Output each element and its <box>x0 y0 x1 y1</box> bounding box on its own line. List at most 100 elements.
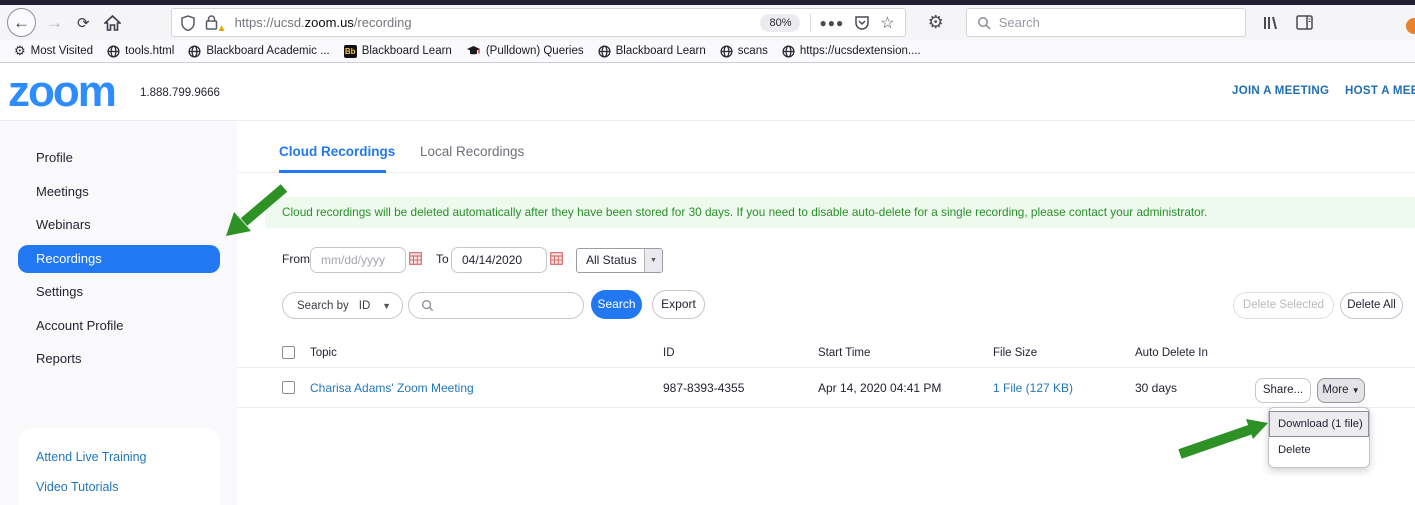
sidebar-nav: Profile Meetings Webinars Recordings Set… <box>0 121 237 376</box>
globe-icon <box>107 45 120 58</box>
search-icon <box>421 299 434 312</box>
gradcap-icon <box>466 45 481 57</box>
host-a-meeting-link[interactable]: HOST A MEETING <box>1345 85 1415 97</box>
recording-id: 987-8393-4355 <box>663 368 744 408</box>
bookmark-blackboard-learn-2[interactable]: Blackboard Learn <box>598 45 706 58</box>
sidebar-item-recordings[interactable]: Recordings <box>18 245 220 273</box>
recording-file-link[interactable]: 1 File (127 KB) <box>993 368 1073 408</box>
bookmark-label: Blackboard Academic ... <box>206 45 329 57</box>
sidebar-item-webinars[interactable]: Webinars <box>0 208 237 242</box>
sidebar-item-settings[interactable]: Settings <box>0 275 237 309</box>
search-input[interactable] <box>408 292 584 319</box>
browser-search-bar[interactable]: Search <box>966 8 1246 37</box>
sidebar-item-profile[interactable]: Profile <box>0 141 237 175</box>
recording-auto-delete: 30 days <box>1135 368 1177 408</box>
bookmark-star-icon[interactable]: ☆ <box>880 13 894 33</box>
bookmark-pulldown-queries[interactable]: (Pulldown) Queries <box>466 45 584 57</box>
zoom-logo[interactable]: zoom <box>8 67 115 117</box>
attend-live-training-link[interactable]: Attend Live Training <box>36 450 220 464</box>
table-row: Charisa Adams' Zoom Meeting 987-8393-435… <box>237 368 1415 408</box>
address-text[interactable]: https://ucsd.zoom.us/recording <box>235 15 761 30</box>
bookmark-ucsdextension[interactable]: https://ucsdextension.... <box>782 45 921 58</box>
url-prefix: https://ucsd. <box>235 15 305 30</box>
caret-down-icon: ▼ <box>1352 386 1360 395</box>
home-icon[interactable] <box>104 15 121 31</box>
search-by-dropdown[interactable]: Search by ID ▼ <box>282 292 403 319</box>
tab-local-recordings[interactable]: Local Recordings <box>420 144 524 159</box>
globe-icon <box>188 45 201 58</box>
warning-icon: ▲ <box>217 23 227 34</box>
gear-icon: ⚙ <box>14 43 26 59</box>
search-by-value: ID <box>359 300 371 312</box>
back-button[interactable]: ← <box>7 8 36 37</box>
sidebar-item-account-profile[interactable]: Account Profile <box>0 309 237 343</box>
forward-icon[interactable]: → <box>46 13 63 33</box>
recording-topic-link[interactable]: Charisa Adams' Zoom Meeting <box>310 368 474 408</box>
browser-toolbar: ← → ⟳ ▲ https://ucsd.zoom.us/recording 8… <box>0 5 1415 40</box>
bookmark-label: https://ucsdextension.... <box>800 45 921 57</box>
annotation-arrow-download <box>1176 412 1270 460</box>
delete-all-button[interactable]: Delete All <box>1340 292 1403 319</box>
status-select[interactable]: All Status ▼ <box>576 248 663 273</box>
url-bar[interactable]: ▲ https://ucsd.zoom.us/recording 80% ●●●… <box>171 8 906 37</box>
col-topic: Topic <box>310 338 337 368</box>
divider <box>810 14 811 32</box>
select-all-checkbox[interactable] <box>282 346 295 359</box>
more-label: More <box>1322 384 1348 396</box>
annotation-arrow-recordings <box>220 182 290 242</box>
extension-gear-icon[interactable]: ⚙ <box>928 12 944 33</box>
search-icon <box>977 16 991 30</box>
more-button[interactable]: More ▼ <box>1317 378 1365 403</box>
tab-cloud-recordings[interactable]: Cloud Recordings <box>279 144 395 159</box>
chevron-down-icon: ▼ <box>644 249 662 272</box>
to-date-input[interactable]: 04/14/2020 <box>451 247 547 273</box>
sidebar-item-reports[interactable]: Reports <box>0 342 237 376</box>
page-actions-icon[interactable]: ●●● <box>819 16 844 30</box>
phone-number: 1.888.799.9666 <box>140 87 220 99</box>
zoom-header: zoom 1.888.799.9666 JOIN A MEETING HOST … <box>0 63 1415 121</box>
library-icon[interactable] <box>1262 15 1280 31</box>
bookmark-blackboard-academic[interactable]: Blackboard Academic ... <box>188 45 329 58</box>
calendar-icon[interactable] <box>409 252 422 265</box>
recording-start-time: Apr 14, 2020 04:41 PM <box>818 368 941 408</box>
delete-selected-button[interactable]: Delete Selected <box>1233 292 1334 319</box>
row-checkbox[interactable] <box>282 381 295 394</box>
shield-icon[interactable] <box>181 15 195 31</box>
sidebar-item-meetings[interactable]: Meetings <box>0 175 237 209</box>
pocket-icon[interactable] <box>854 15 870 31</box>
bookmark-label: (Pulldown) Queries <box>486 45 584 57</box>
join-a-meeting-link[interactable]: JOIN A MEETING <box>1232 85 1329 97</box>
cutoff-addon-icon[interactable] <box>1406 18 1415 34</box>
bookmark-scans[interactable]: scans <box>720 45 768 58</box>
bookmark-most-visited[interactable]: ⚙ Most Visited <box>14 43 93 59</box>
bookmark-tools[interactable]: tools.html <box>107 45 174 58</box>
caret-down-icon: ▼ <box>382 301 391 311</box>
globe-icon <box>598 45 611 58</box>
reload-icon[interactable]: ⟳ <box>77 14 90 32</box>
search-button[interactable]: Search <box>591 290 642 319</box>
share-button[interactable]: Share... <box>1255 378 1311 403</box>
globe-icon <box>720 45 733 58</box>
sidebars-icon[interactable] <box>1296 15 1313 30</box>
bookmark-label: scans <box>738 45 768 57</box>
calendar-icon[interactable] <box>550 252 563 265</box>
url-path: /recording <box>354 15 412 30</box>
more-dropdown-menu: Download (1 file) Delete <box>1268 407 1370 468</box>
url-domain: zoom.us <box>305 15 354 30</box>
bookmark-label: Blackboard Learn <box>362 45 452 57</box>
page-zoom-badge[interactable]: 80% <box>760 14 800 32</box>
menu-item-download[interactable]: Download (1 file) <box>1269 411 1369 437</box>
bookmark-label: Most Visited <box>31 45 93 57</box>
tabs-divider <box>237 172 1415 173</box>
lock-icon[interactable]: ▲ <box>205 15 221 31</box>
globe-icon <box>782 45 795 58</box>
menu-item-delete[interactable]: Delete <box>1269 437 1369 463</box>
col-id: ID <box>663 338 675 368</box>
from-date-input[interactable]: mm/dd/yyyy <box>310 247 406 273</box>
video-tutorials-link[interactable]: Video Tutorials <box>36 480 220 494</box>
sidebar-help-card: Attend Live Training Video Tutorials Kno… <box>18 428 220 505</box>
export-button[interactable]: Export <box>652 290 705 319</box>
active-tab-underline <box>279 170 386 173</box>
bookmark-blackboard-learn[interactable]: BbBlackboard Learn <box>344 45 452 58</box>
back-icon: ← <box>13 13 30 33</box>
